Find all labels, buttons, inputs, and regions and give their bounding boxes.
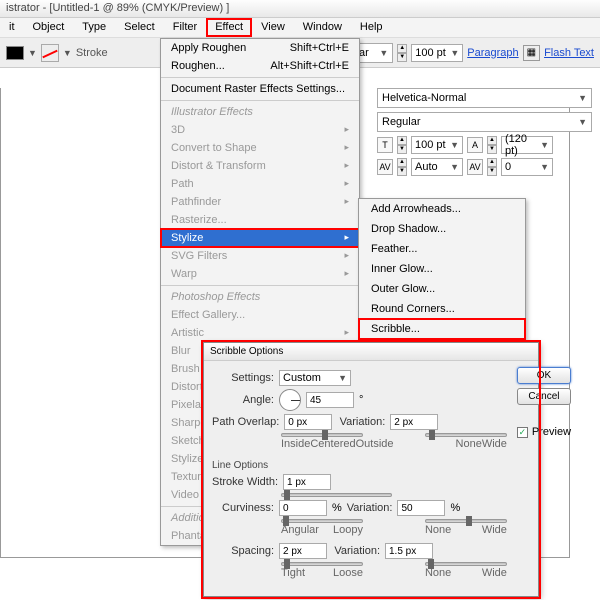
menu-window[interactable]: Window	[294, 18, 351, 37]
menu-select[interactable]: Select	[115, 18, 164, 37]
stepper[interactable]: ▲▼	[487, 158, 497, 176]
menu-convert-shape[interactable]: Convert to Shape	[161, 139, 359, 157]
menu-view[interactable]: View	[252, 18, 294, 37]
po-variation-input[interactable]	[390, 414, 438, 430]
scribble-options-dialog: Scribble Options Settings: Custom▼ Angle…	[203, 342, 539, 597]
stroke-width-label: Stroke Width:	[212, 476, 278, 488]
fill-swatch[interactable]	[6, 46, 24, 60]
curviness-input[interactable]	[279, 500, 327, 516]
spacing-slider[interactable]	[281, 562, 363, 566]
stylize-submenu: Add Arrowheads... Drop Shadow... Feather…	[358, 198, 526, 340]
tracking-field[interactable]: 0▼	[501, 158, 553, 176]
menu-pathfinder[interactable]: Pathfinder	[161, 193, 359, 211]
kerning-field[interactable]: Auto▼	[411, 158, 463, 176]
path-overlap-label: Path Overlap:	[212, 416, 279, 428]
spacing-input[interactable]	[279, 543, 327, 559]
curv-variation-slider[interactable]	[425, 519, 507, 523]
menu-path[interactable]: Path	[161, 175, 359, 193]
angle-label: Angle:	[212, 394, 274, 406]
preview-label: Preview	[532, 426, 571, 438]
stroke-label: Stroke	[76, 47, 108, 59]
menu-type[interactable]: Type	[73, 18, 115, 37]
angle-dial[interactable]	[279, 389, 301, 411]
stepper[interactable]: ▲▼	[397, 158, 407, 176]
submenu-outer-glow[interactable]: Outer Glow...	[359, 279, 525, 299]
stroke-width-slider[interactable]	[281, 493, 392, 497]
menu-stylize[interactable]: Stylize	[161, 229, 359, 247]
menu-effect[interactable]: Effect	[206, 18, 252, 37]
stepper[interactable]: ▲▼	[397, 136, 407, 154]
font-style-select[interactable]: Regular▼	[377, 112, 592, 132]
menu-filter[interactable]: Filter	[164, 18, 206, 37]
menu-artistic[interactable]: Artistic	[161, 324, 359, 342]
menu-object[interactable]: Object	[24, 18, 74, 37]
flash-text-link[interactable]: Flash Text	[544, 47, 594, 59]
group-illustrator-effects: Illustrator Effects	[161, 103, 359, 121]
menu-effect-gallery[interactable]: Effect Gallery...	[161, 306, 359, 324]
curviness-label: Curviness:	[212, 502, 274, 514]
variation-label: Variation:	[337, 416, 385, 428]
menu-svg-filters[interactable]: SVG Filters	[161, 247, 359, 265]
line-options-group: Line Options	[212, 460, 509, 471]
menu-warp[interactable]: Warp	[161, 265, 359, 283]
dialog-title: Scribble Options	[204, 343, 538, 361]
palette-icon[interactable]: ▦	[523, 45, 540, 61]
leading-icon: A	[467, 137, 483, 153]
menu-help[interactable]: Help	[351, 18, 392, 37]
submenu-drop-shadow[interactable]: Drop Shadow...	[359, 219, 525, 239]
preview-checkbox[interactable]: ✓	[517, 427, 528, 438]
tracking-icon: AV	[467, 159, 483, 175]
submenu-inner-glow[interactable]: Inner Glow...	[359, 259, 525, 279]
menu-raster-settings[interactable]: Document Raster Effects Settings...	[161, 80, 359, 98]
variation-label: Variation:	[347, 502, 393, 514]
menu-rasterize[interactable]: Rasterize...	[161, 211, 359, 229]
submenu-round-corners[interactable]: Round Corners...	[359, 299, 525, 319]
paragraph-link[interactable]: Paragraph	[467, 47, 518, 59]
po-variation-slider[interactable]	[425, 433, 507, 437]
separator	[161, 100, 359, 101]
font-size-icon: T	[377, 137, 393, 153]
font-size-field[interactable]: 100 pt▼	[411, 136, 463, 154]
cancel-button[interactable]: Cancel	[517, 388, 571, 405]
character-panel: Helvetica-Normal▼ Regular▼ T ▲▼ 100 pt▼ …	[377, 88, 592, 176]
settings-dropdown[interactable]: Custom▼	[279, 370, 351, 386]
menu-it[interactable]: it	[0, 18, 24, 37]
kerning-icon: AV	[377, 159, 393, 175]
stepper[interactable]: ▲▼	[487, 136, 497, 154]
chevron-down-icon[interactable]: ▼	[63, 48, 72, 58]
font-size-field[interactable]: 100 pt▼	[411, 44, 463, 62]
stepper[interactable]: ▲▼	[397, 44, 407, 62]
pct-unit: %	[332, 502, 342, 514]
sp-variation-slider[interactable]	[425, 562, 507, 566]
menu-3d[interactable]: 3D	[161, 121, 359, 139]
separator	[161, 285, 359, 286]
curv-variation-input[interactable]	[397, 500, 445, 516]
path-overlap-slider[interactable]	[281, 433, 363, 437]
angle-input[interactable]	[306, 392, 354, 408]
window-title: istrator - [Untitled-1 @ 89% (CMYK/Previ…	[0, 0, 600, 18]
separator	[161, 77, 359, 78]
menu-apply-roughen[interactable]: Apply RoughenShift+Ctrl+E	[161, 39, 359, 57]
menu-roughen[interactable]: Roughen...Alt+Shift+Ctrl+E	[161, 57, 359, 75]
menu-distort-transform[interactable]: Distort & Transform	[161, 157, 359, 175]
sp-variation-input[interactable]	[385, 543, 433, 559]
chevron-down-icon[interactable]: ▼	[28, 48, 37, 58]
degree-unit: °	[359, 394, 363, 406]
variation-label: Variation:	[332, 545, 380, 557]
font-family-select[interactable]: Helvetica-Normal▼	[377, 88, 592, 108]
group-photoshop-effects: Photoshop Effects	[161, 288, 359, 306]
pct-unit: %	[450, 502, 460, 514]
path-overlap-input[interactable]	[284, 414, 332, 430]
ok-button[interactable]: OK	[517, 367, 571, 384]
settings-label: Settings:	[212, 372, 274, 384]
stroke-width-input[interactable]	[283, 474, 331, 490]
spacing-label: Spacing:	[212, 545, 274, 557]
submenu-scribble[interactable]: Scribble...	[359, 319, 525, 339]
curviness-slider[interactable]	[281, 519, 363, 523]
submenu-feather[interactable]: Feather...	[359, 239, 525, 259]
menubar: it Object Type Select Filter Effect View…	[0, 18, 600, 38]
submenu-arrowheads[interactable]: Add Arrowheads...	[359, 199, 525, 219]
leading-field[interactable]: (120 pt)▼	[501, 136, 553, 154]
no-stroke-icon[interactable]	[41, 44, 59, 62]
